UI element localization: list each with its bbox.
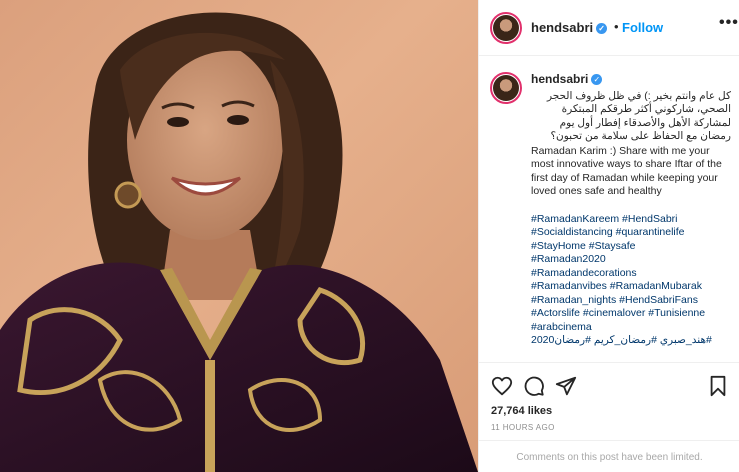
comments-limited-notice: Comments on this post have been limited. <box>479 440 739 472</box>
avatar[interactable] <box>490 12 522 44</box>
share-icon[interactable] <box>555 375 577 397</box>
comment-icon[interactable] <box>523 375 545 397</box>
caption-english-text: Ramadan Karim :) Share with me your most… <box>531 144 722 198</box>
avatar[interactable] <box>490 72 522 104</box>
hashtag-line[interactable]: #arabcinema <box>531 321 731 335</box>
hashtag-line[interactable]: #RamadanKareem #HendSabri <box>531 213 731 227</box>
bookmark-icon[interactable] <box>707 375 729 397</box>
caption-section: hendsabri ✓ كل عام وانتم بخير :) في ظل ظر… <box>479 57 739 359</box>
hashtag-line[interactable]: #StayHome #Staysafe <box>531 240 731 254</box>
hashtag-list: #RamadanKareem #HendSabri #Socialdistanc… <box>531 213 731 348</box>
post-actions: 27,764 likes 11 HOURS AGO Comments on th… <box>479 362 739 472</box>
heart-icon[interactable] <box>491 375 513 397</box>
caption-arabic-text: كل عام وانتم بخير :) في ظل ظروف الحجر ال… <box>546 89 731 143</box>
hashtag-line[interactable]: #Ramadanvibes #RamadanMubarak <box>531 280 731 294</box>
verified-badge-icon: ✓ <box>591 74 603 85</box>
hashtag-line[interactable]: #Socialdistancing #quarantinelife <box>531 226 731 240</box>
hashtag-line[interactable]: #Ramadandecorations <box>531 267 731 281</box>
username-link[interactable]: hendsabri ✓ <box>531 20 608 35</box>
caption-username-link[interactable]: hendsabri <box>531 72 588 86</box>
hashtag-line[interactable]: #Ramadan2020 <box>531 253 731 267</box>
post-timestamp[interactable]: 11 HOURS AGO <box>491 423 555 432</box>
verified-badge-icon: ✓ <box>596 23 608 34</box>
portrait-image <box>0 12 478 472</box>
post-header: hendsabri ✓ • Follow ••• <box>479 0 739 56</box>
likes-count[interactable]: 27,764 likes <box>491 405 552 417</box>
follow-button[interactable]: Follow <box>622 20 663 35</box>
more-options-button[interactable]: ••• <box>719 14 739 32</box>
hashtag-line[interactable]: #هند_صبري #رمضان_كريم #رمضان2020 <box>531 334 731 348</box>
hashtag-line[interactable]: #Ramadan_nights #HendSabriFans <box>531 294 731 308</box>
hashtag-line[interactable]: #Actorslife #cinemalover #Tunisienne <box>531 307 731 321</box>
post-side-panel: hendsabri ✓ • Follow ••• hendsabri ✓ كل عا… <box>478 0 739 472</box>
separator-dot: • <box>614 19 619 34</box>
post-photo[interactable] <box>0 0 478 472</box>
